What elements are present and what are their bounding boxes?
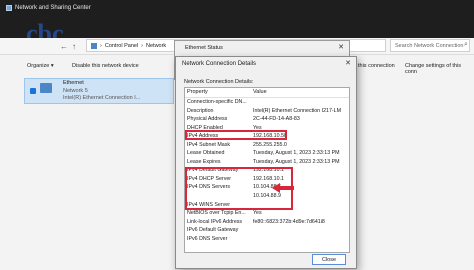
adapter-item-ethernet[interactable]: Ethernet Network 5 Intel(R) Ethernet Con… — [24, 78, 174, 104]
control-panel-icon — [91, 42, 97, 49]
ethernet-adapter-icon — [40, 83, 52, 93]
table-row[interactable]: NetBIOS over Tcpip En... Yes — [185, 209, 349, 218]
back-arrow-icon[interactable]: ← — [60, 42, 68, 51]
table-row[interactable]: IPv4 Address 192.168.10.50 — [185, 132, 349, 141]
row-property: IPv6 Default Gateway — [187, 227, 239, 234]
status-dialog-title: Ethernet Status — [185, 45, 223, 51]
column-header-value[interactable]: Value — [253, 89, 267, 95]
change-settings-button[interactable]: Change settings of this conn — [405, 63, 474, 75]
close-icon[interactable]: ✕ — [338, 43, 344, 51]
table-body: Connection-specific DN... Description Inte… — [185, 98, 349, 243]
table-row[interactable]: IPv4 WINS Server — [185, 201, 349, 210]
connection-button[interactable]: this connection — [358, 63, 395, 69]
row-property: IPv4 WINS Server — [187, 201, 230, 208]
row-property: IPv4 DNS Servers — [187, 184, 230, 191]
table-row[interactable]: IPv4 DHCP Server 192.168.10.1 — [185, 175, 349, 184]
search-icon[interactable]: ⌕ — [464, 41, 468, 49]
row-property: Description — [187, 107, 214, 114]
network-center-icon — [6, 5, 12, 11]
chevron-right-icon: › — [100, 42, 102, 49]
row-property: IPv4 Address — [187, 133, 219, 140]
row-value: Yes — [253, 124, 262, 131]
row-property: Lease Expires — [187, 158, 221, 165]
row-property: IPv4 DHCP Server — [187, 175, 232, 182]
section-label: Network Connection Details: — [184, 79, 254, 85]
row-value: Tuesday, August 1, 2023 2:33:13 PM — [253, 158, 340, 165]
table-row[interactable]: Lease Expires Tuesday, August 1, 2023 2:3… — [185, 158, 349, 167]
table-row[interactable]: 10.104.88.9 — [185, 192, 349, 201]
row-value: fe80::6823:372b:4d9e:7d641i8 — [253, 218, 325, 225]
row-value: 255.255.255.0 — [253, 141, 287, 148]
table-row[interactable]: Link-local IPv6 Address fe80::6823:372b:4… — [185, 218, 349, 227]
window-title: Network and Sharing Center — [15, 5, 91, 11]
row-value: 192.168.10.50 — [253, 133, 287, 140]
adapter-name: Ethernet — [63, 80, 84, 86]
search-input[interactable]: Search Network Connection — [390, 39, 470, 52]
chevron-right-icon: › — [141, 42, 144, 49]
row-value: Intel(R) Ethernet Connection I217-LM — [253, 107, 342, 114]
row-property: IPv6 DNS Server — [187, 235, 228, 242]
table-row[interactable]: Description Intel(R) Ethernet Connection … — [185, 107, 349, 116]
table-row[interactable]: IPv4 Subnet Mask 255.255.255.0 — [185, 141, 349, 150]
row-property: Connection-specific DN... — [187, 99, 247, 105]
row-value: 10.104.88.9 — [253, 193, 281, 200]
column-header-property[interactable]: Property — [187, 89, 208, 95]
row-property: IPv4 Subnet Mask — [187, 141, 230, 148]
close-icon[interactable]: ✕ — [345, 59, 351, 67]
close-button[interactable]: Close — [312, 254, 346, 265]
table-row[interactable]: IPv6 DNS Server — [185, 235, 349, 244]
organize-menu[interactable]: Organize ▾ — [27, 63, 54, 69]
row-value: 192.168.10.1 — [253, 167, 284, 174]
breadcrumb-item[interactable]: Network — [146, 43, 166, 49]
adapter-network: Network 5 — [63, 88, 88, 94]
up-arrow-icon[interactable]: ↑ — [72, 42, 76, 51]
red-arrow-icon — [272, 183, 294, 193]
row-value: Tuesday, August 1, 2023 2:33:13 PM — [253, 150, 340, 157]
table-row[interactable]: Physical Address 2C-44-FD-14-A8-83 — [185, 115, 349, 124]
table-row[interactable]: Connection-specific DN... — [185, 98, 349, 107]
row-property: Physical Address — [187, 116, 228, 123]
table-row[interactable]: DHCP Enabled Yes — [185, 124, 349, 133]
row-value: Yes — [253, 210, 262, 217]
row-property: DHCP Enabled — [187, 124, 223, 131]
row-property: Link-local IPv6 Address — [187, 218, 243, 225]
table-row[interactable]: IPv6 Default Gateway — [185, 226, 349, 235]
window-titlebar: Network and Sharing Center — [6, 2, 91, 14]
row-property: IPv4 Default Gateway — [187, 167, 239, 174]
row-property: Lease Obtained — [187, 150, 225, 157]
table-row[interactable]: IPv4 DNS Servers 10.104.88.6 — [185, 183, 349, 192]
adapter-device: Intel(R) Ethernet Connection I... — [63, 95, 141, 101]
row-property: NetBIOS over Tcpip En... — [187, 210, 246, 217]
table-header: Property Value — [185, 88, 349, 98]
network-details-dialog: Network Connection Details ✕ Network Con… — [175, 56, 357, 269]
disable-device-button[interactable]: Disable this network device — [72, 63, 139, 69]
table-row[interactable]: IPv4 Default Gateway 192.168.10.1 — [185, 166, 349, 175]
table-row[interactable]: Lease Obtained Tuesday, August 1, 2023 2:… — [185, 149, 349, 158]
details-table[interactable]: Property Value Connection-specific DN...… — [184, 87, 350, 253]
row-value: 2C-44-FD-14-A8-83 — [253, 116, 300, 123]
details-dialog-title: Network Connection Details — [182, 61, 257, 67]
checkbox-icon — [30, 88, 36, 94]
row-value: 192.168.10.1 — [253, 175, 284, 182]
breadcrumb-item[interactable]: Control Panel — [105, 43, 138, 49]
